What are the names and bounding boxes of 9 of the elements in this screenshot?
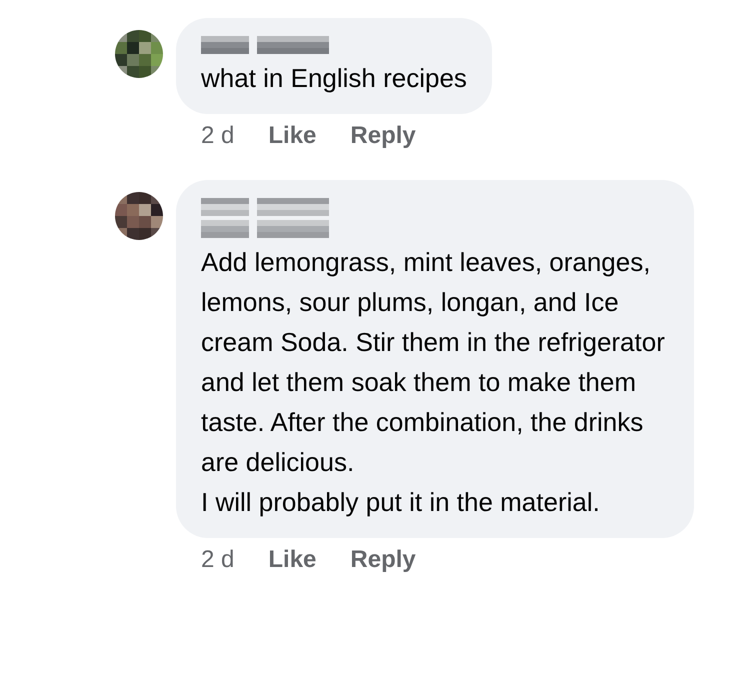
action-link[interactable]: Like — [268, 120, 316, 152]
action-link[interactable]: Reply — [350, 544, 416, 576]
comment-text: I will probably put it in the material. — [201, 486, 600, 519]
timestamp: 2 d — [201, 121, 234, 151]
comment-text: what in English recipes — [201, 62, 467, 95]
timestamp: 2 d — [201, 545, 234, 575]
comment-text: Add lemongrass, mint leaves, oranges, lemons, sour plums, longan, and Ice cream Soda. Stir them in the refrigerator and let them soak them to make them taste. After the combination, the drinks are delicious. — [201, 246, 666, 479]
action-link[interactable]: Like — [268, 544, 316, 576]
action-link[interactable]: Reply — [350, 120, 416, 152]
